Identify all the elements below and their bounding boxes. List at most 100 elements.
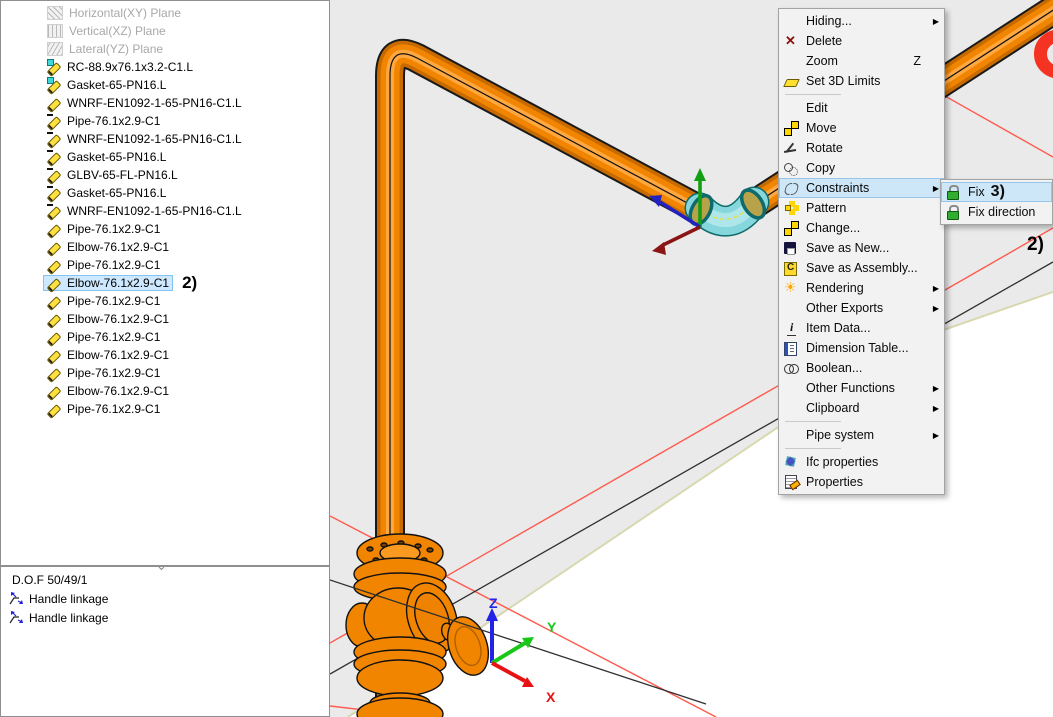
tree-item[interactable]: Pipe-76.1x2.9-C1: [1, 292, 329, 310]
tree-item-label: WNRF-EN1092-1-65-PN16-C1.L: [67, 204, 242, 218]
handle-linkage-icon: [8, 610, 24, 625]
tree-item[interactable]: WNRF-EN1092-1-65-PN16-C1.L: [1, 130, 329, 148]
menu-item[interactable]: Change...: [779, 218, 944, 238]
menu-item[interactable]: Delete: [779, 31, 944, 51]
menu-item-label: Item Data...: [806, 321, 921, 335]
menu-item-icon: [783, 340, 799, 356]
tree-item-content: WNRF-EN1092-1-65-PN16-C1.L: [43, 203, 246, 219]
menu-item[interactable]: Save as Assembly...: [779, 258, 944, 278]
menu-item-label: Boolean...: [806, 361, 921, 375]
dof-item-label: Handle linkage: [29, 611, 108, 625]
tree-item-label: GLBV-65-FL-PN16.L: [67, 168, 178, 182]
menu-item[interactable]: Constraints ▶: [779, 178, 944, 198]
padlock-icon: [945, 184, 961, 200]
menu-item-label: Dimension Table...: [806, 341, 921, 355]
chevron-down-icon[interactable]: ⌄: [156, 558, 167, 574]
tree-item[interactable]: Elbow-76.1x2.9-C1: [1, 346, 329, 364]
menu-item[interactable]: Move: [779, 118, 944, 138]
part-icon: [47, 222, 61, 236]
part-icon: [47, 312, 61, 326]
submenu-item[interactable]: Fix 3): [941, 182, 1052, 202]
menu-item[interactable]: Clipboard ▶: [779, 398, 944, 418]
menu-item-label: Ifc properties: [806, 455, 921, 469]
tree-item[interactable]: Horizontal(XY) Plane: [1, 4, 329, 22]
menu-item[interactable]: Rotate: [779, 138, 944, 158]
dof-list-item[interactable]: Handle linkage: [1, 589, 329, 608]
menu-item[interactable]: Edit: [779, 98, 944, 118]
part-icon: [47, 150, 61, 164]
menu-item-icon: [783, 454, 799, 470]
x-axis-label: X: [546, 689, 556, 705]
tree-item-content: Pipe-76.1x2.9-C1: [43, 329, 164, 345]
tree-item[interactable]: RC-88.9x76.1x3.2-C1.L: [1, 58, 329, 76]
menu-item[interactable]: Other Exports ▶: [779, 298, 944, 318]
menu-item[interactable]: Other Functions ▶: [779, 378, 944, 398]
tree-item[interactable]: Elbow-76.1x2.9-C1: [1, 382, 329, 400]
part-icon: [47, 276, 61, 290]
tree-item[interactable]: Gasket-65-PN16.L: [1, 184, 329, 202]
tree-item[interactable]: Elbow-76.1x2.9-C1: [1, 310, 329, 328]
menu-item[interactable]: Boolean...: [779, 358, 944, 378]
menu-item: [779, 418, 944, 425]
submenu-item[interactable]: Fix direction: [941, 202, 1052, 222]
menu-item: [779, 445, 944, 452]
tree-item-content: Vertical(XZ) Plane: [43, 23, 170, 39]
tree-item-content: Gasket-65-PN16.L: [43, 149, 170, 165]
tree-item-label: Elbow-76.1x2.9-C1: [67, 312, 169, 326]
tree-item-content: Gasket-65-PN16.L: [43, 77, 170, 93]
tree-item[interactable]: Vertical(XZ) Plane: [1, 22, 329, 40]
menu-item[interactable]: Properties: [779, 472, 944, 492]
tree-item-label: WNRF-EN1092-1-65-PN16-C1.L: [67, 132, 242, 146]
tree-item[interactable]: Pipe-76.1x2.9-C1: [1, 256, 329, 274]
menu-item[interactable]: Dimension Table...: [779, 338, 944, 358]
tree-item[interactable]: WNRF-EN1092-1-65-PN16-C1.L: [1, 94, 329, 112]
tree-item-label: Gasket-65-PN16.L: [67, 150, 166, 164]
menu-item-icon: [783, 180, 799, 196]
menu-item-label: Zoom: [806, 54, 913, 68]
menu-item-label: Save as Assembly...: [806, 261, 921, 275]
menu-item-label: Properties: [806, 475, 921, 489]
tree-item[interactable]: WNRF-EN1092-1-65-PN16-C1.L: [1, 202, 329, 220]
tree-item[interactable]: Elbow-76.1x2.9-C1: [1, 238, 329, 256]
menu-item[interactable]: Copy: [779, 158, 944, 178]
menu-item[interactable]: Pipe system ▶: [779, 425, 944, 445]
tree-item[interactable]: Gasket-65-PN16.L: [1, 76, 329, 94]
menu-item[interactable]: Hiding... ▶: [779, 11, 944, 31]
tree-item[interactable]: Gasket-65-PN16.L: [1, 148, 329, 166]
menu-item[interactable]: Pattern: [779, 198, 944, 218]
tree-item[interactable]: Pipe-76.1x2.9-C1: [1, 220, 329, 238]
submenu-item-label: Fix: [968, 185, 985, 199]
tree-item-content: GLBV-65-FL-PN16.L: [43, 167, 182, 183]
tree-item[interactable]: Pipe-76.1x2.9-C1: [1, 400, 329, 418]
menu-item-label: Set 3D Limits: [806, 74, 921, 88]
tree-item-label: Pipe-76.1x2.9-C1: [67, 114, 160, 128]
part-icon: [47, 78, 61, 92]
dof-list: Handle linkage Handle linkage: [1, 589, 329, 627]
menu-item[interactable]: Rendering ▶: [779, 278, 944, 298]
tree-item-label: Pipe-76.1x2.9-C1: [67, 222, 160, 236]
tree-item[interactable]: Pipe-76.1x2.9-C1: [1, 364, 329, 382]
tree-item[interactable]: Elbow-76.1x2.9-C1 2): [1, 274, 329, 292]
submenu-arrow-icon: ▶: [930, 431, 939, 440]
tree-item-label: Elbow-76.1x2.9-C1: [67, 348, 169, 362]
tree-item[interactable]: GLBV-65-FL-PN16.L: [1, 166, 329, 184]
menu-item[interactable]: Item Data...: [779, 318, 944, 338]
part-icon: [47, 348, 61, 362]
tree-item[interactable]: Pipe-76.1x2.9-C1: [1, 112, 329, 130]
tree-item-label: Gasket-65-PN16.L: [67, 186, 166, 200]
tree-item[interactable]: Pipe-76.1x2.9-C1: [1, 328, 329, 346]
tree-item[interactable]: Lateral(YZ) Plane: [1, 40, 329, 58]
menu-item[interactable]: Set 3D Limits: [779, 71, 944, 91]
part-icon: [47, 366, 61, 380]
menu-item[interactable]: Save as New...: [779, 238, 944, 258]
part-icon: [47, 402, 61, 416]
tree-item-content: Lateral(YZ) Plane: [43, 41, 167, 57]
tree-item-label: Elbow-76.1x2.9-C1: [67, 384, 169, 398]
menu-item-label: Constraints: [806, 181, 921, 195]
tree-item-content: Elbow-76.1x2.9-C1: [43, 239, 173, 255]
menu-item[interactable]: Ifc properties: [779, 452, 944, 472]
part-icon: [47, 24, 63, 38]
dof-list-item[interactable]: Handle linkage: [1, 608, 329, 627]
menu-item[interactable]: Zoom Z: [779, 51, 944, 71]
menu-item-icon: [783, 320, 799, 336]
